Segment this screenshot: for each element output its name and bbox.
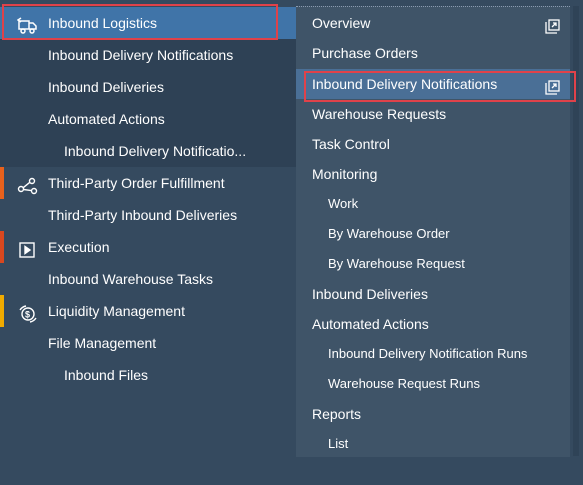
menu-item-label: Purchase Orders [312, 45, 418, 61]
nav-item-label: File Management [48, 335, 157, 351]
menu-item-label: Monitoring [312, 166, 378, 182]
menu-item-label: Inbound Deliveries [312, 286, 428, 302]
play-icon [17, 238, 39, 258]
nav-item-label: Third-Party Inbound Deliveries [48, 207, 238, 223]
menu-item-by-warehouse-order[interactable]: By Warehouse Order [296, 219, 570, 249]
menu-item-by-warehouse-request[interactable]: By Warehouse Request [296, 249, 570, 279]
nav-item-label: Third-Party Order Fulfillment [48, 175, 225, 191]
menu-item-overview[interactable]: Overview [296, 8, 570, 38]
nav-item-label: Liquidity Management [48, 303, 185, 319]
accent-bar [0, 295, 4, 327]
menu-item-label: Warehouse Requests [312, 106, 447, 122]
highlight-box-inbound-logistics [2, 4, 278, 40]
nav-item-label: Inbound Delivery Notificatio... [64, 143, 247, 159]
open-external-icon[interactable] [544, 15, 560, 34]
nav-item-inbound-delivery-notification-runs[interactable]: Inbound Delivery Notificatio... [0, 135, 296, 167]
nav-item-inbound-warehouse-tasks[interactable]: Inbound Warehouse Tasks [0, 263, 296, 295]
menu-item-label: List [328, 436, 349, 451]
money-icon: $ [17, 302, 39, 323]
menu-item-warehouse-request-runs[interactable]: Warehouse Request Runs [296, 369, 570, 399]
accent-bar [0, 231, 4, 263]
menu-item-label: Reports [312, 406, 362, 422]
menu-item-automated-actions[interactable]: Automated Actions [296, 309, 570, 339]
menu-item-label: By Warehouse Order [328, 226, 450, 241]
highlight-box-inbound-delivery-notifications [304, 71, 576, 102]
menu-item-label: Inbound Delivery Notification Runs [328, 346, 528, 361]
nav-item-label: Inbound Warehouse Tasks [48, 271, 213, 287]
nav-item-inbound-files[interactable]: Inbound Files [0, 359, 296, 391]
nav-item-label: Automated Actions [48, 111, 165, 127]
menu-item-reports[interactable]: Reports [296, 399, 570, 429]
menu-item-monitoring[interactable]: Monitoring [296, 159, 570, 189]
nav-item-inbound-deliveries[interactable]: Inbound Deliveries [0, 71, 296, 103]
svg-text:$: $ [25, 310, 30, 320]
menu-item-label: Task Control [312, 136, 390, 152]
nav-item-label: Inbound Deliveries [48, 79, 164, 95]
menu-item-label: Work [328, 196, 359, 211]
menu-item-warehouse-requests[interactable]: Warehouse Requests [296, 99, 570, 129]
menu-item-label: Overview [312, 15, 371, 31]
menu-item-inbound-delivery-notification-runs[interactable]: Inbound Delivery Notification Runs [296, 339, 570, 369]
nav-item-third-party-inbound-deliveries[interactable]: Third-Party Inbound Deliveries [0, 199, 296, 231]
menu-item-work[interactable]: Work [296, 189, 570, 219]
nav-item-label: Inbound Delivery Notifications [48, 47, 234, 63]
nav-item-automated-actions[interactable]: Automated Actions [0, 103, 296, 135]
nav-item-execution[interactable]: Execution [0, 231, 296, 263]
left-navigation: Inbound Logistics Inbound Delivery Notif… [0, 0, 296, 485]
nav-item-file-management[interactable]: File Management [0, 327, 296, 359]
nav-item-label: Execution [48, 239, 110, 255]
menu-item-list[interactable]: List [296, 429, 570, 459]
menu-item-task-control[interactable]: Task Control [296, 129, 570, 159]
menu-item-purchase-orders[interactable]: Purchase Orders [296, 38, 570, 68]
menu-item-label: Warehouse Request Runs [328, 376, 480, 391]
menu-item-inbound-deliveries[interactable]: Inbound Deliveries [296, 279, 570, 309]
share-icon [17, 174, 39, 195]
menu-item-label: By Warehouse Request [328, 256, 465, 271]
nav-item-label: Inbound Files [64, 367, 149, 383]
nav-item-inbound-delivery-notifications[interactable]: Inbound Delivery Notifications [0, 39, 296, 71]
menu-item-label: Automated Actions [312, 316, 429, 332]
nav-item-third-party-order-fulfillment[interactable]: Third-Party Order Fulfillment [0, 167, 296, 199]
accent-bar [0, 167, 4, 199]
nav-item-liquidity-management[interactable]: $ Liquidity Management [0, 295, 296, 327]
